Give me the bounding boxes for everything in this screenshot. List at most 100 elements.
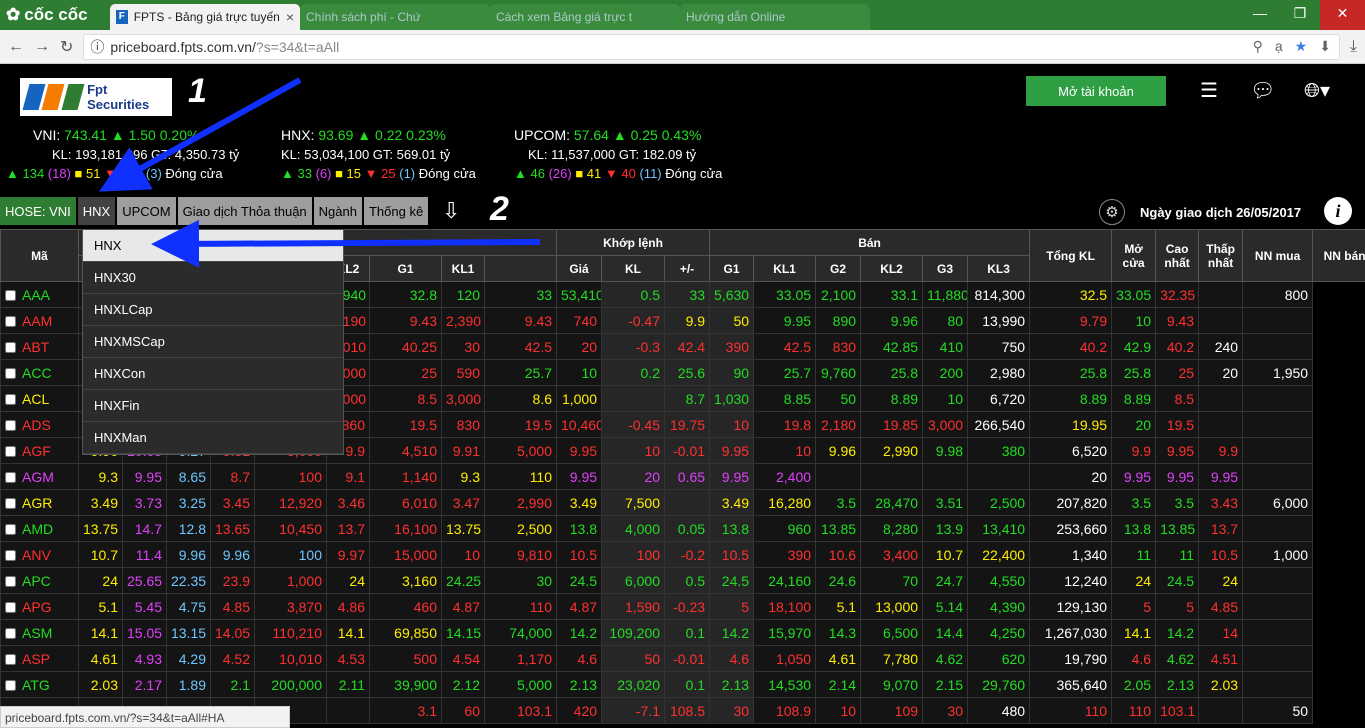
symbol-cell[interactable]: ATG xyxy=(0,671,79,698)
table-cell: 19,790 xyxy=(1029,645,1113,672)
table-cell: 10.5 xyxy=(709,541,755,568)
fpts-logo[interactable]: Fpt Securities xyxy=(20,78,172,116)
downloads-icon[interactable]: ⤓ xyxy=(1350,38,1357,56)
row-checkbox[interactable] xyxy=(5,550,16,562)
chat-icon[interactable]: 💬︎ xyxy=(1250,78,1275,103)
table-row[interactable]: ASM 14.1 15.05 13.15 14.05 110,210 14.1 69,850 1… xyxy=(0,619,1365,646)
symbol-cell[interactable]: AGR xyxy=(0,489,79,516)
reload-icon[interactable]: ↻ xyxy=(60,37,73,57)
maximize-icon[interactable]: ❐ xyxy=(1280,0,1320,30)
table-cell: 22,400 xyxy=(967,541,1031,568)
row-checkbox[interactable] xyxy=(5,420,16,432)
tab-hose[interactable]: HOSE: VNI xyxy=(0,197,76,225)
dropdown-item-hnxman[interactable]: HNXMan xyxy=(83,422,343,454)
row-checkbox[interactable] xyxy=(5,368,16,380)
symbol-cell[interactable]: AAM xyxy=(0,307,79,334)
info-button-icon[interactable]: i xyxy=(1324,197,1352,225)
table-row[interactable]: APG 5.1 5.45 4.75 4.85 3,870 4.86 460 4.87 110 4.8… xyxy=(0,593,1365,620)
tab-3[interactable]: Cách xem Bảng giá trực t xyxy=(490,4,680,30)
arrow-down-icon[interactable]: ⇩ xyxy=(442,198,460,224)
tab-hnx[interactable]: HNX xyxy=(77,197,116,225)
tab-thong-ke[interactable]: Thống kê xyxy=(363,197,429,225)
table-cell: 4.61 xyxy=(78,645,123,672)
table-row[interactable]: ANV 10.7 11.4 9.96 9.96 100 9.97 15,000 10 9,810 1… xyxy=(0,541,1365,568)
row-checkbox[interactable] xyxy=(5,446,16,458)
close-window-icon[interactable]: ✕ xyxy=(1320,0,1365,30)
translate-icon[interactable]: ạ xyxy=(1275,38,1283,55)
tab-thoa-thuan[interactable]: Giao dịch Thỏa thuận xyxy=(177,197,312,225)
row-checkbox[interactable] xyxy=(5,316,16,328)
table-row[interactable]: ASP 4.61 4.93 4.29 4.52 10,010 4.53 500 4.54 1,17… xyxy=(0,645,1365,672)
table-cell: 103.1 xyxy=(483,697,558,724)
browser-brand[interactable]: ✿ cốc cốc xyxy=(0,0,110,30)
tab-upcom[interactable]: UPCOM xyxy=(117,197,176,225)
dropdown-item-hnxfin[interactable]: HNXFin xyxy=(83,390,343,422)
trade-date: Ngày giao dịch 26/05/2017 xyxy=(1140,205,1302,220)
symbol-cell[interactable]: ACL xyxy=(0,385,79,412)
row-checkbox[interactable] xyxy=(5,576,16,588)
row-checkbox[interactable] xyxy=(5,342,16,354)
tab-nganh[interactable]: Ngành xyxy=(313,197,362,225)
table-cell: 2.15 xyxy=(922,671,969,698)
symbol-cell[interactable]: AAA xyxy=(0,281,79,308)
col-sg3: G3 xyxy=(922,255,969,282)
symbol-cell[interactable]: ADS xyxy=(0,411,79,438)
table-cell: 108.9 xyxy=(753,697,817,724)
back-icon[interactable]: ← xyxy=(8,38,24,56)
table-cell: 10,450 xyxy=(254,515,327,542)
table-cell: 40.25 xyxy=(369,333,442,360)
symbol-cell[interactable]: ACC xyxy=(0,359,79,386)
url-input[interactable]: ⓘ priceboard.fpts.com.vn/?s=34&t=aAll ⚲ ạ… xyxy=(83,33,1340,60)
dropdown-item-hnxlcap[interactable]: HNXLCap xyxy=(83,294,343,326)
tab-4[interactable]: Hướng dẫn Online xyxy=(680,4,870,30)
symbol-cell[interactable]: ANV xyxy=(0,541,79,568)
col-thap: Thấp nhất xyxy=(1198,229,1244,282)
table-row[interactable]: AMD 13.75 14.7 12.8 13.65 10,450 13.7 16,100 13.… xyxy=(0,515,1365,542)
table-cell: 2.12 xyxy=(441,671,485,698)
symbol-cell[interactable]: ASM xyxy=(0,619,79,646)
table-row[interactable]: ATG 2.03 2.17 1.89 2.1 200,000 2.11 39,900 2.12 5… xyxy=(0,671,1365,698)
globe-icon[interactable]: 🌐︎▾ xyxy=(1304,78,1330,103)
col-cao: Cao nhất xyxy=(1155,229,1200,282)
tab-fpts[interactable]: F FPTS - Bảng giá trực tuyến × xyxy=(110,4,300,30)
info-icon: ⓘ xyxy=(90,38,105,55)
close-tab-icon[interactable]: × xyxy=(286,9,294,25)
gear-icon[interactable]: ⚙ xyxy=(1099,199,1125,225)
dropdown-item-hnxmscap[interactable]: HNXMSCap xyxy=(83,326,343,358)
dropdown-item-hnxcon[interactable]: HNXCon xyxy=(83,358,343,390)
table-cell: 9.9 xyxy=(1111,437,1157,464)
symbol-cell[interactable]: AMD xyxy=(0,515,79,542)
row-checkbox[interactable] xyxy=(5,290,16,302)
row-checkbox[interactable] xyxy=(5,628,16,640)
dropdown-item-hnx[interactable]: HNX xyxy=(83,230,343,262)
table-cell: 4.86 xyxy=(326,593,370,620)
row-checkbox[interactable] xyxy=(5,394,16,406)
symbol-cell[interactable]: AGM xyxy=(0,463,79,490)
row-checkbox[interactable] xyxy=(5,524,16,536)
symbol-cell[interactable]: APC xyxy=(0,567,79,594)
table-row[interactable]: AGM 9.3 9.95 8.65 8.7 100 9.1 1,140 9.3 110 9.95 20… xyxy=(0,463,1365,490)
open-account-button[interactable]: Mở tài khoản xyxy=(1026,76,1166,106)
table-row[interactable]: APC 24 25.65 22.35 23.9 1,000 24 3,160 24.25 30 24… xyxy=(0,567,1365,594)
symbol-cell[interactable]: ASP xyxy=(0,645,79,672)
symbol-label: APG xyxy=(22,598,52,615)
zoom-icon[interactable]: ⚲ xyxy=(1253,38,1263,55)
table-cell: 8.89 xyxy=(1029,385,1113,412)
download-icon[interactable]: ⬇ xyxy=(1319,38,1331,55)
menu-icon[interactable]: ☰ xyxy=(1200,78,1218,103)
table-cell: 4,000 xyxy=(601,515,666,542)
minimize-icon[interactable]: — xyxy=(1240,0,1280,30)
symbol-cell[interactable]: APG xyxy=(0,593,79,620)
row-checkbox[interactable] xyxy=(5,498,16,510)
symbol-cell[interactable]: ABT xyxy=(0,333,79,360)
dropdown-item-hnx30[interactable]: HNX30 xyxy=(83,262,343,294)
row-checkbox[interactable] xyxy=(5,602,16,614)
symbol-cell[interactable]: AGF xyxy=(0,437,79,464)
star-icon[interactable]: ★ xyxy=(1295,38,1308,55)
forward-icon[interactable]: → xyxy=(34,38,50,56)
row-checkbox[interactable] xyxy=(5,654,16,666)
row-checkbox[interactable] xyxy=(5,680,16,692)
tab-2[interactable]: Chính sách phí - Chứ xyxy=(300,4,490,30)
table-row[interactable]: AGR 3.49 3.73 3.25 3.45 12,920 3.46 6,010 3.47 2,… xyxy=(0,489,1365,516)
row-checkbox[interactable] xyxy=(5,472,16,484)
